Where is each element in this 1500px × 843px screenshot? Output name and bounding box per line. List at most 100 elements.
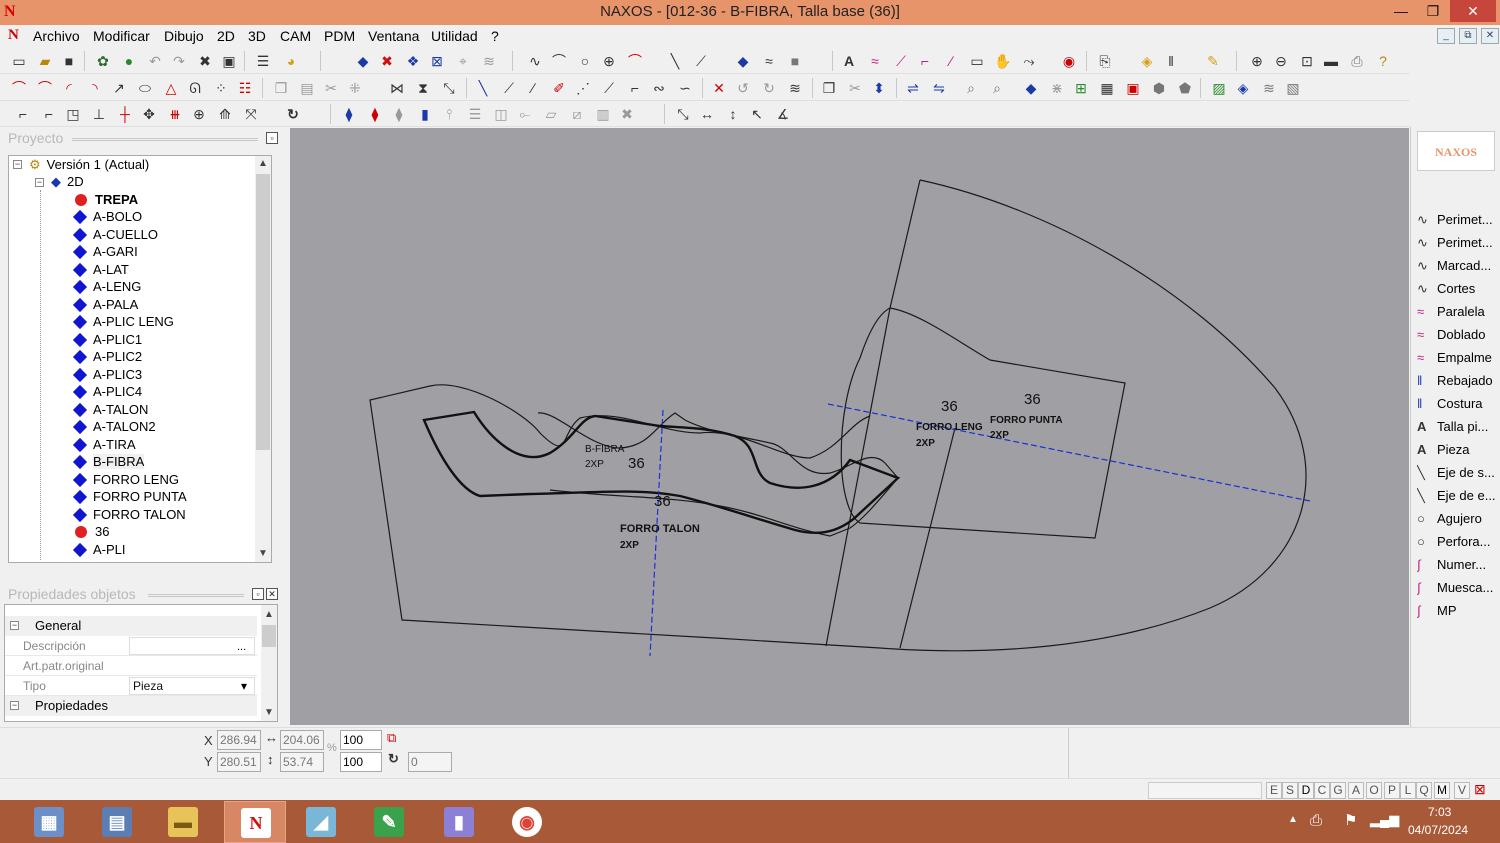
layer-merge-icon[interactable]: ▧ xyxy=(1284,79,1302,97)
taskbar-naxos[interactable]: N xyxy=(224,801,286,843)
tree-item[interactable]: A-LENG xyxy=(72,278,141,295)
collapse-general-icon[interactable]: − xyxy=(10,621,19,630)
fillet-icon[interactable]: ⌐ xyxy=(916,52,934,70)
flag-tray-icon[interactable]: ⚑ xyxy=(1344,811,1357,829)
clock-time[interactable]: 7:03 xyxy=(1428,805,1451,819)
drawing-canvas[interactable]: B-FIBRA 2XP 36 36 FORRO TALON 2XP 36 FOR… xyxy=(290,128,1409,725)
move-icon[interactable]: ✥ xyxy=(140,105,158,123)
menu-utilidad[interactable]: Utilidad xyxy=(431,28,478,44)
redo-icon[interactable]: ↷ xyxy=(170,52,188,70)
insert-point-icon[interactable]: ⊕ xyxy=(190,105,208,123)
3d-icon[interactable]: ◈ xyxy=(1234,79,1252,97)
app-menu-icon[interactable]: N xyxy=(8,27,19,44)
tree-scrollbar[interactable]: ▲ ▼ xyxy=(255,156,271,562)
shape-icon[interactable]: ⬟ xyxy=(1176,79,1194,97)
status-v[interactable]: V xyxy=(1454,782,1470,799)
status-p[interactable]: P xyxy=(1384,782,1400,799)
break-icon[interactable]: ✕ xyxy=(710,79,728,97)
y-coordinate-field[interactable]: 280.51 xyxy=(217,752,261,772)
arc-icon[interactable]: ⌒ xyxy=(550,52,568,70)
image-icon[interactable]: ▨ xyxy=(1210,79,1228,97)
tool-costura[interactable]: ‖ Costura xyxy=(1417,393,1497,415)
page-corner-icon[interactable]: ◳ xyxy=(64,105,82,123)
scale-x-field[interactable]: 100 xyxy=(340,730,382,750)
trim-icon[interactable]: ⤳ xyxy=(1020,52,1038,70)
tree-item[interactable]: 36 xyxy=(75,523,109,540)
tool-perforado[interactable]: ○ Perfora... xyxy=(1417,531,1497,553)
tree-item[interactable]: A-TALON xyxy=(72,401,148,418)
arc-3-icon[interactable]: ◜ xyxy=(60,79,78,97)
project-panel-dock-button[interactable]: ▫ xyxy=(266,132,278,144)
unlink-icon[interactable]: ⇋ xyxy=(930,79,948,97)
rectangle-icon[interactable]: ▭ xyxy=(968,52,986,70)
piece-frame-icon[interactable]: ▥ xyxy=(594,105,612,123)
spread-icon[interactable]: ⋇ xyxy=(1048,79,1066,97)
tool-marcado[interactable]: ∿ Marcad... xyxy=(1417,255,1497,277)
export-icon[interactable]: ◈ xyxy=(1138,52,1156,70)
status-g[interactable]: G xyxy=(1330,782,1346,799)
arrows-icon[interactable]: ⤧ xyxy=(242,105,260,123)
save-icon[interactable]: ■ xyxy=(60,52,78,70)
menu-archivo[interactable]: Archivo xyxy=(33,28,80,44)
menu-pdm[interactable]: PDM xyxy=(324,28,355,44)
tool-eje-simetria[interactable]: ╲ Eje de s... xyxy=(1417,462,1497,484)
chamfer-icon[interactable]: ∕ xyxy=(942,52,960,70)
taskbar-greenshot[interactable]: ✎ xyxy=(358,801,420,843)
menu-cam[interactable]: CAM xyxy=(280,28,311,44)
piece-db-icon[interactable]: ▮ xyxy=(416,105,434,123)
import-icon[interactable]: ⎘ xyxy=(1096,52,1114,70)
taskbar-explorer-docs[interactable]: ▤ xyxy=(86,801,148,843)
dimension-icon[interactable]: ⊥ xyxy=(90,105,108,123)
tool-paralela[interactable]: ≈ Paralela xyxy=(1417,301,1497,323)
spiral-icon[interactable]: ᘏ xyxy=(186,79,204,97)
tool-rebajado[interactable]: ‖ Rebajado xyxy=(1417,370,1497,392)
circle-icon[interactable]: ○ xyxy=(576,52,594,70)
layer-stack-icon[interactable]: ≋ xyxy=(1260,79,1278,97)
cut-icon[interactable]: ✂ xyxy=(322,79,340,97)
props-scroll-thumb[interactable] xyxy=(262,625,276,647)
tree-item[interactable]: A-PLIC4 xyxy=(72,383,142,400)
piece-split-icon[interactable]: ⫯ xyxy=(440,105,458,123)
double-cross-icon[interactable]: ⧻ xyxy=(166,105,184,123)
piece-remove-icon[interactable]: ✖ xyxy=(618,105,636,123)
tree-item[interactable]: A-TIRA xyxy=(72,436,136,453)
spline-icon[interactable]: ∿ xyxy=(526,52,544,70)
tool-pieza[interactable]: A Pieza xyxy=(1417,439,1497,461)
grid-icon[interactable]: ☷ xyxy=(236,79,254,97)
status-l[interactable]: L xyxy=(1400,782,1416,799)
properties-dock-button[interactable]: ▫ xyxy=(252,588,264,600)
mirror-h-icon[interactable]: ⋈ xyxy=(388,79,406,97)
tree-collapse-root[interactable]: − xyxy=(13,160,22,169)
offset-icon[interactable]: ⟋ xyxy=(892,52,910,70)
tool-eje-estirado[interactable]: ╲ Eje de e... xyxy=(1417,485,1497,507)
scale-lock-icon[interactable]: ⧉ xyxy=(387,730,396,746)
tool-perimetro-1[interactable]: ∿ Perimet... xyxy=(1417,209,1497,231)
inspect-icon[interactable]: ⌕ xyxy=(988,79,1006,97)
properties-scrollbar[interactable]: ▲ ▼ xyxy=(261,605,277,721)
piece-select-icon[interactable]: ⧫ xyxy=(340,105,358,123)
smooth-icon[interactable]: ∾ xyxy=(650,79,668,97)
measure-radius-icon[interactable]: ↖ xyxy=(748,105,766,123)
fill-icon[interactable]: ■ xyxy=(786,52,804,70)
pattern-drawing[interactable]: B-FIBRA 2XP 36 36 FORRO TALON 2XP 36 FOR… xyxy=(290,128,1409,725)
tree-collapse-2d[interactable]: − xyxy=(35,178,44,187)
tool-mp[interactable]: ∫ MP xyxy=(1417,600,1497,622)
art-patr-field[interactable] xyxy=(129,657,255,675)
tool-empalme[interactable]: ≈ Empalme xyxy=(1417,347,1497,369)
tree-item-selected[interactable]: B-FIBRA xyxy=(72,453,145,470)
taskbar-chrome[interactable]: ◉ xyxy=(496,801,558,843)
mdi-close-button[interactable]: ✕ xyxy=(1481,28,1499,44)
props-scroll-up-icon[interactable]: ▲ xyxy=(261,607,277,623)
tool-perimetro-2[interactable]: ∿ Perimet... xyxy=(1417,232,1497,254)
tool-muesca[interactable]: ∫ Muesca... xyxy=(1417,577,1497,599)
props-scroll-down-icon[interactable]: ▼ xyxy=(261,705,277,721)
open-folder-icon[interactable]: ▰ xyxy=(36,52,54,70)
measure-vertical-icon[interactable]: ↕ xyxy=(724,105,742,123)
mdi-restore-button[interactable]: ⧉ xyxy=(1459,28,1477,44)
arc-4-icon[interactable]: ◝ xyxy=(86,79,104,97)
hand-icon[interactable]: ✋ xyxy=(994,52,1012,70)
piece-offset-icon[interactable]: ⟜ xyxy=(516,105,534,123)
tipo-dropdown-icon[interactable]: ▾ xyxy=(241,676,247,696)
copy-icon[interactable]: ❐ xyxy=(272,79,290,97)
status-c[interactable]: C xyxy=(1314,782,1330,799)
